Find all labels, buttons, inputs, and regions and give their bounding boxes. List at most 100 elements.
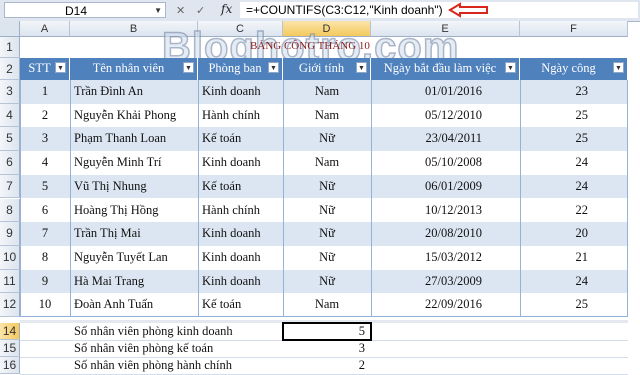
filter-dropdown-icon[interactable]: ▼ <box>613 62 624 73</box>
table-cell[interactable]: 1 <box>20 80 70 104</box>
table-cell[interactable]: Kế toán <box>198 175 283 199</box>
row-header-9[interactable]: 9 <box>0 222 20 246</box>
table-cell[interactable]: 23 <box>520 80 628 104</box>
table-cell[interactable]: 10 <box>20 293 70 317</box>
column-header-f[interactable]: F <box>520 21 628 37</box>
row-header-10[interactable]: 10 <box>0 245 20 270</box>
table-header-cell[interactable]: Giới tính ▼ <box>283 58 371 80</box>
filter-dropdown-icon[interactable]: ▼ <box>356 62 367 73</box>
filter-dropdown-icon[interactable]: ▼ <box>268 62 279 73</box>
table-cell[interactable]: Nữ <box>283 199 371 223</box>
table-cell[interactable]: Nữ <box>283 175 371 199</box>
table-cell[interactable]: 25 <box>520 127 628 151</box>
row-header-5[interactable]: 5 <box>0 127 20 152</box>
table-cell[interactable]: Nữ <box>283 127 371 151</box>
table-cell[interactable]: 22/09/2016 <box>371 293 520 317</box>
filter-dropdown-icon[interactable]: ▼ <box>505 62 516 73</box>
row-header-8[interactable]: 8 <box>0 198 20 223</box>
row-header-11[interactable]: 11 <box>0 269 20 294</box>
table-cell[interactable]: 8 <box>20 246 70 270</box>
row-header-2[interactable]: 2 <box>0 58 20 80</box>
table-cell[interactable]: Nam <box>283 104 371 128</box>
row-header-7[interactable]: 7 <box>0 174 20 199</box>
table-cell[interactable]: 25 <box>520 104 628 128</box>
table-cell[interactable]: Hành chính <box>198 104 283 128</box>
select-all-corner[interactable] <box>0 21 20 37</box>
table-header-cell[interactable]: STT ▼ <box>20 58 70 80</box>
table-cell[interactable]: Hà Mai Trang <box>70 270 198 294</box>
summary-label[interactable]: Số nhân viên phòng hành chính <box>70 357 283 374</box>
table-cell[interactable]: Kinh doanh <box>198 270 283 294</box>
active-cell-selection[interactable] <box>282 322 372 341</box>
table-cell[interactable]: Kế toán <box>198 293 283 317</box>
column-header-a[interactable]: A <box>20 21 70 37</box>
summary-label[interactable]: Số nhân viên phòng kinh doanh <box>70 323 283 340</box>
table-cell[interactable]: 2 <box>20 104 70 128</box>
table-cell[interactable]: 3 <box>20 127 70 151</box>
cancel-icon[interactable]: ✕ <box>176 4 185 17</box>
table-cell[interactable]: Kinh doanh <box>198 222 283 246</box>
table-cell[interactable]: 4 <box>20 151 70 175</box>
table-cell[interactable]: Nữ <box>283 222 371 246</box>
table-cell[interactable]: 25 <box>520 293 628 317</box>
table-cell[interactable]: 10/12/2013 <box>371 199 520 223</box>
filter-dropdown-icon[interactable]: ▼ <box>183 62 194 73</box>
table-cell[interactable]: Trần Thị Mai <box>70 222 198 246</box>
insert-function-icon[interactable]: fx <box>221 2 232 16</box>
table-cell[interactable]: 9 <box>20 270 70 294</box>
row-header-16[interactable]: 16 <box>0 357 20 374</box>
table-cell[interactable]: Nữ <box>283 270 371 294</box>
table-cell[interactable]: Kinh doanh <box>198 151 283 175</box>
summary-value[interactable]: 3 <box>283 340 371 357</box>
table-cell[interactable]: 20 <box>520 222 628 246</box>
table-cell[interactable]: Nguyễn Khải Phong <box>70 104 198 128</box>
table-cell[interactable]: 05/10/2008 <box>371 151 520 175</box>
table-header-cell[interactable]: Tên nhân viên ▼ <box>70 58 198 80</box>
table-cell[interactable]: Kinh doanh <box>198 80 283 104</box>
table-cell[interactable]: Phạm Thanh Loan <box>70 127 198 151</box>
table-cell[interactable]: Đoàn Anh Tuấn <box>70 293 198 317</box>
row-header-3[interactable]: 3 <box>0 80 20 104</box>
table-cell[interactable]: 05/12/2010 <box>371 104 520 128</box>
table-cell[interactable]: Kế toán <box>198 127 283 151</box>
table-cell[interactable]: 01/01/2016 <box>371 80 520 104</box>
table-cell[interactable]: 27/03/2009 <box>371 270 520 294</box>
table-cell[interactable]: Nam <box>283 151 371 175</box>
name-box[interactable]: D14 ▼ <box>4 2 166 18</box>
table-cell[interactable]: Kinh doanh <box>198 246 283 270</box>
formula-input[interactable]: =+COUNTIFS(C3:C12,"Kinh doanh") <box>240 2 638 18</box>
table-cell[interactable]: 24 <box>520 151 628 175</box>
summary-label[interactable]: Số nhân viên phòng kế toán <box>70 340 283 357</box>
row-header-6[interactable]: 6 <box>0 151 20 175</box>
row-header-12[interactable]: 12 <box>0 293 20 317</box>
table-cell[interactable]: Nguyễn Minh Trí <box>70 151 198 175</box>
table-cell[interactable]: 5 <box>20 175 70 199</box>
table-cell[interactable]: Hoàng Thị Hồng <box>70 199 198 223</box>
table-cell[interactable]: Nam <box>283 80 371 104</box>
table-cell[interactable]: Trần Đình An <box>70 80 198 104</box>
table-cell[interactable]: 24 <box>520 175 628 199</box>
table-header-cell[interactable]: Ngày công ▼ <box>520 58 628 80</box>
table-cell[interactable]: 20/08/2010 <box>371 222 520 246</box>
table-cell[interactable]: Nguyễn Tuyết Lan <box>70 246 198 270</box>
chevron-down-icon[interactable]: ▼ <box>154 3 162 19</box>
table-cell[interactable]: Hành chính <box>198 199 283 223</box>
filter-dropdown-icon[interactable]: ▼ <box>55 62 66 73</box>
row-header-1[interactable]: 1 <box>0 37 20 58</box>
table-header-cell[interactable]: Ngày bắt đầu làm việc ▼ <box>371 58 520 80</box>
row-header-4[interactable]: 4 <box>0 103 20 128</box>
table-cell[interactable]: 21 <box>520 246 628 270</box>
table-header-cell[interactable]: Phòng ban ▼ <box>198 58 283 80</box>
table-cell[interactable]: Nam <box>283 293 371 317</box>
table-cell[interactable]: 6 <box>20 199 70 223</box>
summary-value[interactable]: 2 <box>283 357 371 374</box>
confirm-icon[interactable]: ✓ <box>196 4 205 17</box>
row-header-14[interactable]: 14 <box>0 323 20 340</box>
table-cell[interactable]: Vũ Thị Nhung <box>70 175 198 199</box>
table-cell[interactable]: 24 <box>520 270 628 294</box>
table-cell[interactable]: 7 <box>20 222 70 246</box>
row-header-15[interactable]: 15 <box>0 340 20 357</box>
table-cell[interactable]: 06/01/2009 <box>371 175 520 199</box>
table-cell[interactable]: 15/03/2012 <box>371 246 520 270</box>
table-cell[interactable]: 23/04/2011 <box>371 127 520 151</box>
